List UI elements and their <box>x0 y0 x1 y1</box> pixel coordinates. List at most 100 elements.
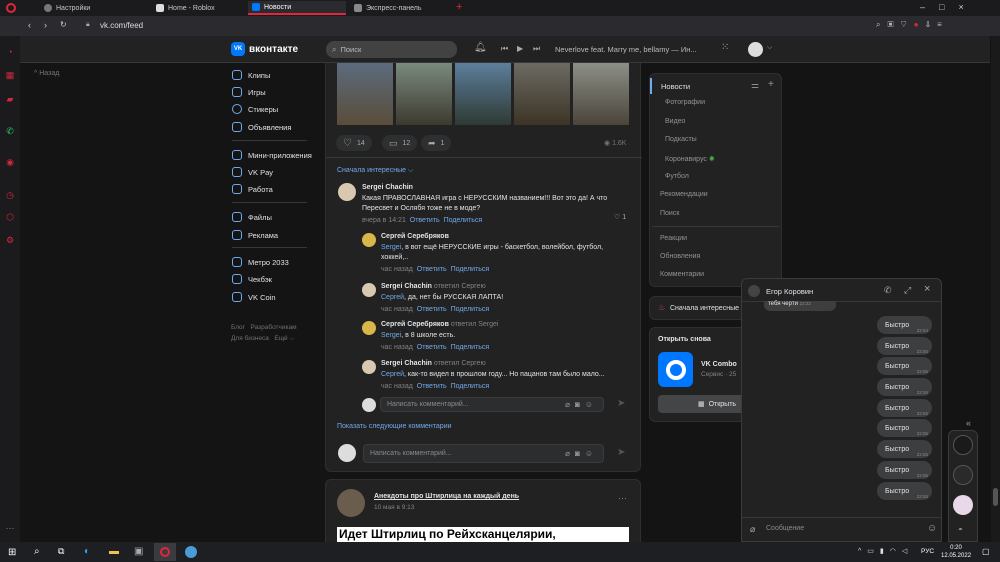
app-taskbar-icon[interactable] <box>185 546 197 558</box>
new-tab-icon[interactable]: + <box>456 1 462 13</box>
page-scrollbar[interactable] <box>991 36 1000 542</box>
volume-icon[interactable]: ◁ <box>902 548 913 555</box>
comment-time[interactable]: час назад <box>381 344 413 351</box>
send-icon[interactable]: ➤ <box>617 447 625 458</box>
network-icon[interactable]: ▭ <box>867 548 880 555</box>
speed-dial-icon[interactable]: ◔ <box>4 46 16 58</box>
menu-item-work[interactable]: Работа <box>232 182 273 196</box>
expand-icon[interactable]: ⤢ <box>904 285 911 296</box>
share-link[interactable]: Поделиться <box>451 306 490 313</box>
comment-avatar[interactable] <box>362 321 376 335</box>
chat-contact-name[interactable]: Егор Коровин <box>766 287 813 296</box>
share-link[interactable]: Поделиться <box>451 266 490 273</box>
comment-time[interactable]: час назад <box>381 266 413 273</box>
player-icon[interactable]: ◉ <box>4 156 16 168</box>
tab-settings[interactable]: Настройки <box>40 1 150 15</box>
menu-item-ads[interactable]: Объявления <box>232 120 291 134</box>
comment-author[interactable]: Сергей Серебряков <box>381 321 449 328</box>
back-link[interactable]: ^ Назад <box>34 70 59 77</box>
nav-item-football[interactable]: Футбол <box>665 173 689 180</box>
opera-icon[interactable]: ● <box>914 20 926 29</box>
back-icon[interactable]: ‹ <box>28 20 31 30</box>
maximize-icon[interactable]: □ <box>939 2 958 12</box>
footer-link[interactable]: Ещё ⌵ <box>274 335 294 342</box>
tab-roblox[interactable]: Home - Roblox <box>152 1 246 15</box>
footer-link[interactable]: Для бизнеса <box>231 335 269 342</box>
emoji-icon[interactable]: ☺ <box>585 400 598 409</box>
paperclip-icon[interactable]: ⌀ <box>565 449 575 458</box>
camera-icon[interactable]: ▣ <box>887 20 900 29</box>
close-icon[interactable]: × <box>924 283 930 295</box>
comment-author[interactable]: Sergei Chachin <box>381 283 432 290</box>
shop-icon[interactable]: ▦ <box>4 69 16 81</box>
reply-link[interactable]: Ответить <box>417 383 447 390</box>
menu-item-metro[interactable]: Метро 2033 <box>232 255 289 269</box>
menu-item-cashback[interactable]: Чекбэк <box>232 272 272 286</box>
post-menu-icon[interactable]: ··· <box>618 493 627 503</box>
message-input[interactable]: Сообщение <box>766 525 804 532</box>
prev-track-icon[interactable]: ⏮︎ <box>501 44 508 54</box>
explorer-icon[interactable]: ▬ <box>109 546 119 557</box>
footer-link[interactable]: Блог <box>231 324 245 331</box>
notifications-icon[interactable]: ▢ <box>982 547 990 556</box>
search-icon[interactable]: ⌕ <box>34 546 40 557</box>
settings-icon[interactable]: ⚙ <box>4 234 16 246</box>
mention-link[interactable]: Sergei <box>381 332 401 339</box>
nav-news[interactable]: Новости <box>661 82 690 91</box>
menu-item-vkcoin[interactable]: VK Coin <box>232 290 276 304</box>
footer-link[interactable]: Разработчикам <box>250 324 296 331</box>
comment-input[interactable]: Написать комментарий... ⌀◙☺ <box>363 444 604 463</box>
mention-link[interactable]: Сергей <box>381 371 404 378</box>
dock-chat-avatar[interactable] <box>953 465 973 485</box>
comment-button[interactable]: ▭ 12 <box>382 135 418 151</box>
reply-link[interactable]: Ответить <box>417 306 447 313</box>
chevron-up-icon[interactable]: ^ <box>858 548 867 555</box>
tab-express-panel[interactable]: Экспресс-панель <box>350 1 450 15</box>
edge-icon[interactable]: ◐ <box>84 546 90 557</box>
camera-icon[interactable]: ◙ <box>575 449 585 458</box>
show-more-comments[interactable]: Показать следующие комментарии <box>337 423 452 430</box>
emoji-icon[interactable]: ☺ <box>927 523 937 534</box>
download-icon[interactable]: ⇩ <box>926 20 938 29</box>
battery-icon[interactable]: ▮ <box>880 548 890 555</box>
menu-item-vkpay[interactable]: VK Pay <box>232 165 273 179</box>
dock-chat-avatar[interactable] <box>953 435 973 455</box>
reply-link[interactable]: Ответить <box>417 266 447 273</box>
tab-news[interactable]: Новости <box>248 1 346 15</box>
nav-item-coronavirus[interactable]: Коронавирус ✺ <box>665 155 715 163</box>
notifications-icon[interactable]: 🔔︎ <box>474 42 487 53</box>
history-icon[interactable]: ◷ <box>4 189 16 201</box>
share-link[interactable]: Поделиться <box>444 217 483 224</box>
post-photo[interactable] <box>337 63 393 125</box>
comment-avatar[interactable] <box>362 283 376 297</box>
menu-item-files[interactable]: Файлы <box>232 210 272 224</box>
comment-author[interactable]: Sergei Chachin <box>362 184 632 191</box>
apps-icon[interactable]: ⁙ <box>721 42 729 53</box>
comment-avatar[interactable] <box>338 183 356 201</box>
post-photo[interactable] <box>573 63 629 125</box>
windows-start-icon[interactable]: ⊞ <box>8 547 16 558</box>
store-icon[interactable]: ▣ <box>134 546 143 557</box>
post-time[interactable]: 10 мая в 9:13 <box>374 504 414 511</box>
close-icon[interactable]: × <box>958 2 977 12</box>
mention-link[interactable]: Sergei <box>381 244 401 251</box>
reply-input[interactable]: Написать комментарий... ⌀◙☺ <box>380 397 604 412</box>
comment-avatar[interactable] <box>362 233 376 247</box>
paperclip-icon[interactable]: ⌀ <box>750 524 755 535</box>
opera-taskbar-icon[interactable] <box>154 543 176 561</box>
comment-avatar[interactable] <box>362 360 376 374</box>
chevron-down-icon[interactable]: ⌵ <box>767 44 772 52</box>
share-link[interactable]: Поделиться <box>451 344 490 351</box>
nav-item-video[interactable]: Видео <box>665 118 685 125</box>
extensions-icon[interactable]: ⬡ <box>4 211 16 223</box>
comment-like[interactable]: ♡ 1 <box>614 213 626 221</box>
nav-item-comments[interactable]: Комментарии <box>660 271 704 278</box>
reply-link[interactable]: Ответить <box>417 344 447 351</box>
comments-sort[interactable]: Сначала интересные ⌵ <box>337 167 413 175</box>
header-avatar[interactable] <box>748 42 763 57</box>
group-name[interactable]: Анекдоты про Штирлица на каждый день <box>374 493 519 500</box>
menu-item-miniapps[interactable]: Мини-приложения <box>232 148 312 162</box>
post-photo[interactable] <box>396 63 452 125</box>
emoji-icon[interactable]: ☺ <box>585 449 598 458</box>
nav-item-podcasts[interactable]: Подкасты <box>665 136 697 143</box>
